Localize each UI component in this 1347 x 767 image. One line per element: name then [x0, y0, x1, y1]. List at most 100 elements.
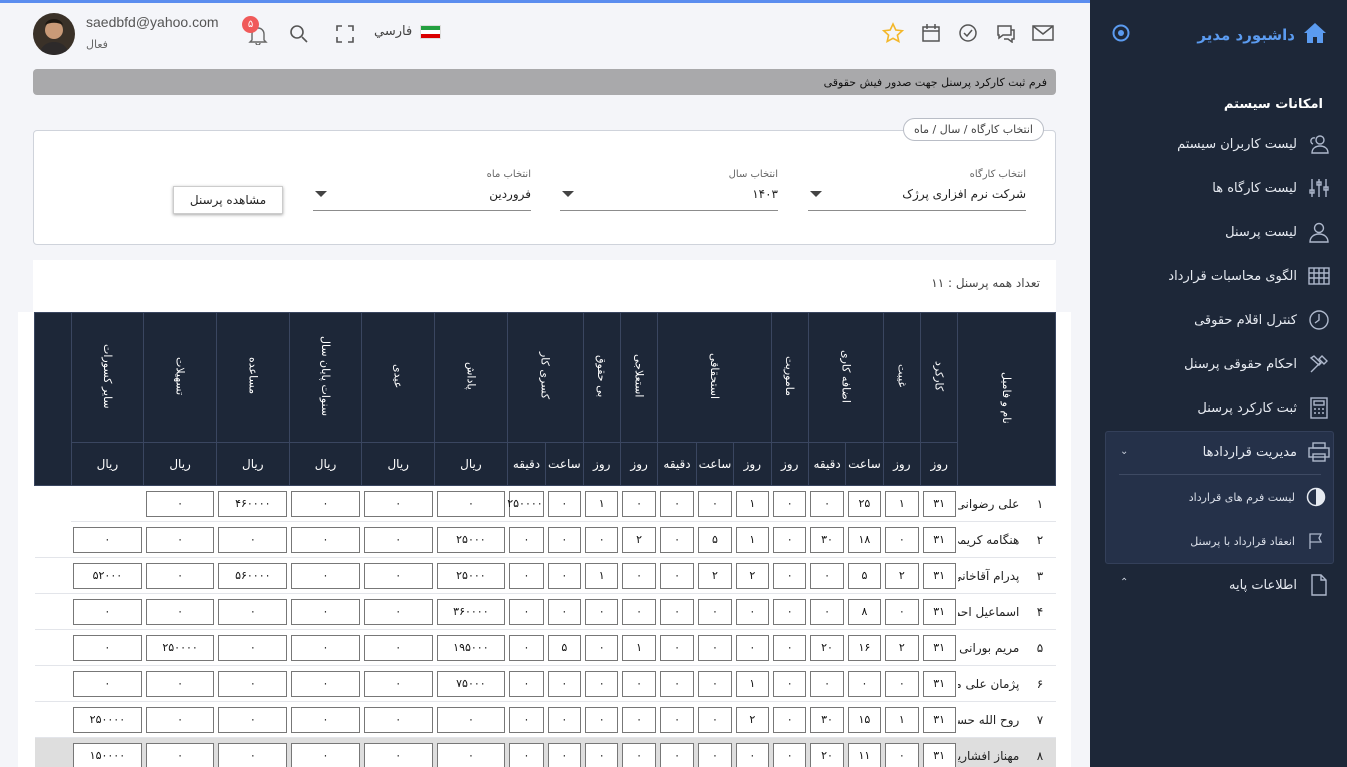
value-input[interactable]: ۰ [698, 706, 732, 733]
value-input[interactable]: ۰ [547, 670, 582, 697]
value-input[interactable]: ۲۰ [810, 634, 844, 661]
value-input[interactable]: ۰ [698, 598, 732, 625]
value-input[interactable]: ۱۶ [847, 634, 882, 661]
value-input[interactable]: ۰ [773, 526, 807, 553]
value-input[interactable]: ۱۱ [847, 742, 882, 767]
value-input[interactable]: ۰ [145, 490, 215, 517]
value-input[interactable]: ۰ [622, 742, 656, 767]
value-input[interactable]: ۴۶۰۰۰۰ [218, 490, 288, 517]
value-input[interactable]: ۲۵۰۰۰۰ [73, 706, 142, 733]
value-input[interactable]: ۰ [698, 670, 732, 697]
value-input[interactable]: ۰ [145, 742, 215, 767]
value-input[interactable]: ۱ [885, 490, 919, 517]
value-input[interactable]: ۰ [547, 706, 582, 733]
value-input[interactable]: ۰ [218, 706, 288, 733]
value-input[interactable]: ۰ [585, 706, 619, 733]
value-input[interactable]: ۰ [363, 526, 433, 553]
value-input[interactable]: ۰ [547, 490, 582, 517]
value-input[interactable]: ۰ [885, 670, 919, 697]
value-input[interactable]: ۳۰ [810, 526, 844, 553]
sidebar-item-contract-patterns[interactable]: الگوی محاسبات قرارداد [1106, 258, 1331, 294]
value-input[interactable]: ۰ [773, 634, 807, 661]
check-circle-icon[interactable] [956, 21, 980, 45]
value-input[interactable]: ۰ [291, 490, 360, 517]
value-input[interactable]: ۵ [698, 526, 732, 553]
value-input[interactable]: ۰ [218, 526, 288, 553]
value-input[interactable]: ۳۱ [922, 742, 956, 767]
value-input[interactable]: ۰ [73, 526, 142, 553]
value-input[interactable]: ۰ [735, 742, 769, 767]
value-input[interactable]: ۰ [659, 562, 695, 589]
value-input[interactable]: ۰ [547, 742, 582, 767]
sidebar-brand[interactable]: داشبورد مدیر [1197, 22, 1327, 47]
value-input[interactable]: ۵ [547, 634, 582, 661]
value-input[interactable]: ۵۶۰۰۰۰ [218, 562, 288, 589]
value-input[interactable]: ۰ [773, 490, 807, 517]
value-input[interactable]: ۰ [547, 598, 582, 625]
value-input[interactable]: ۲ [885, 634, 919, 661]
value-input[interactable]: ۰ [509, 706, 544, 733]
value-input[interactable]: ۲۵۰۰۰۰ [145, 634, 215, 661]
value-input[interactable]: ۱ [735, 670, 769, 697]
value-input[interactable]: ۰ [810, 670, 844, 697]
value-input[interactable]: ۱۵۰۰۰۰ [73, 742, 142, 767]
mail-icon[interactable] [1031, 21, 1055, 45]
value-input[interactable]: ۰ [509, 526, 544, 553]
value-input[interactable]: ۰ [773, 562, 807, 589]
value-input[interactable]: ۰ [885, 598, 919, 625]
sidebar-item-workshops[interactable]: لیست کارگاه ها [1106, 170, 1331, 206]
value-input[interactable]: ۰ [622, 598, 656, 625]
value-input[interactable]: ۲۵۰۰۰ [436, 526, 506, 553]
value-input[interactable]: ۷۵۰۰۰ [436, 670, 506, 697]
year-select[interactable]: انتخاب سال ۱۴۰۳ [560, 169, 778, 211]
value-input[interactable]: ۰ [885, 742, 919, 767]
value-input[interactable]: ۰ [436, 490, 506, 517]
chevron-down-icon[interactable]: ⌄ [1120, 446, 1128, 457]
value-input[interactable]: ۵ [847, 562, 882, 589]
value-input[interactable]: ۰ [218, 670, 288, 697]
value-input[interactable]: ۰ [218, 742, 288, 767]
value-input[interactable]: ۱ [735, 526, 769, 553]
value-input[interactable]: ۰ [659, 598, 695, 625]
value-input[interactable]: ۰ [509, 634, 544, 661]
value-input[interactable]: ۰ [585, 634, 619, 661]
target-icon[interactable] [1112, 24, 1130, 42]
value-input[interactable]: ۰ [622, 562, 656, 589]
value-input[interactable]: ۲ [735, 706, 769, 733]
value-input[interactable]: ۰ [145, 598, 215, 625]
value-input[interactable]: ۰ [363, 670, 433, 697]
value-input[interactable]: ۰ [291, 670, 360, 697]
value-input[interactable]: ۳۱ [922, 598, 956, 625]
value-input[interactable]: ۲ [885, 562, 919, 589]
value-input[interactable]: ۳۱ [922, 490, 956, 517]
value-input[interactable]: ۰ [810, 490, 844, 517]
chevron-up-icon[interactable]: ⌃ [1120, 577, 1128, 588]
value-input[interactable]: ۳۱ [922, 634, 956, 661]
value-input[interactable]: ۰ [73, 634, 142, 661]
value-input[interactable]: ۱۵ [847, 706, 882, 733]
search-icon[interactable] [287, 22, 311, 46]
value-input[interactable]: ۰ [291, 742, 360, 767]
value-input[interactable]: ۲۵۰۰۰ [436, 562, 506, 589]
fullscreen-icon[interactable] [333, 22, 357, 46]
value-input[interactable]: ۰ [547, 526, 582, 553]
value-input[interactable]: ۰ [547, 562, 582, 589]
value-input[interactable]: ۰ [73, 670, 142, 697]
value-input[interactable]: ۳۶۰۰۰۰ [436, 598, 506, 625]
value-input[interactable]: ۰ [436, 706, 506, 733]
value-input[interactable]: ۰ [509, 598, 544, 625]
value-input[interactable]: ۰ [659, 670, 695, 697]
value-input[interactable]: ۸ [847, 598, 882, 625]
value-input[interactable]: ۲۵ [847, 490, 882, 517]
value-input[interactable]: ۲ [735, 562, 769, 589]
value-input[interactable]: ۱ [735, 490, 769, 517]
value-input[interactable]: ۰ [659, 706, 695, 733]
value-input[interactable]: ۰ [585, 526, 619, 553]
workshop-select[interactable]: انتخاب کارگاه شرکت نرم افزاری پرژک [808, 169, 1026, 211]
value-input[interactable]: ۰ [145, 706, 215, 733]
value-input[interactable]: ۲ [622, 526, 656, 553]
value-input[interactable]: ۰ [773, 598, 807, 625]
value-input[interactable]: ۱ [885, 706, 919, 733]
value-input[interactable]: ۰ [847, 670, 882, 697]
avatar[interactable] [33, 13, 75, 55]
